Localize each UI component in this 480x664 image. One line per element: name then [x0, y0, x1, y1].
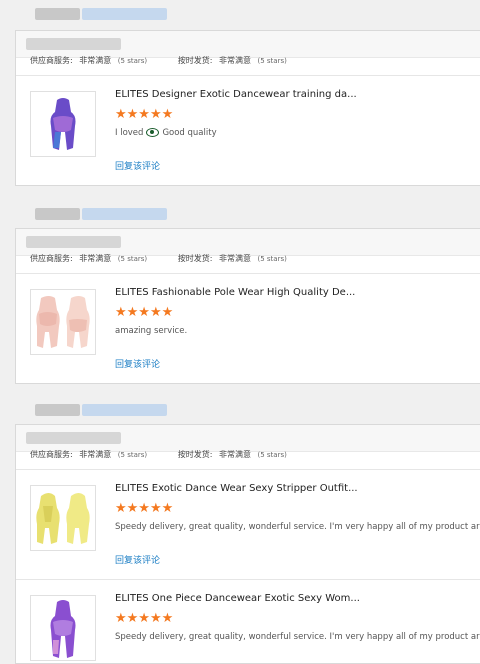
product-title[interactable]: ELITES One Piece Dancewear Exotic Sexy W…	[115, 593, 360, 604]
divider	[16, 469, 480, 470]
shipping-stars: (5 stars)	[257, 255, 287, 263]
ratings-row: 供应商服务: 非常满意 (5 stars) 按时发货: 非常满意 (5 star…	[30, 253, 287, 264]
shipping-stars: (5 stars)	[257, 57, 287, 65]
comment-text-a: I loved	[115, 128, 144, 138]
review-card-3: 供应商服务: 非常满意 (5 stars) 按时发货: 非常满意 (5 star…	[15, 424, 480, 664]
shipping-stars: (5 stars)	[257, 451, 287, 459]
reply-link[interactable]: 回复该评论	[115, 553, 160, 566]
supplier-stars: (5 stars)	[117, 451, 148, 459]
shipping-value: 非常满意	[218, 56, 251, 65]
shipping-value: 非常满意	[218, 450, 251, 459]
card-header	[16, 31, 480, 58]
reply-link[interactable]: 回复该评论	[115, 159, 160, 172]
reply-link[interactable]: 回复该评论	[115, 357, 160, 370]
product-image[interactable]	[30, 289, 96, 355]
eye-emoji-icon	[146, 128, 160, 137]
product-image[interactable]	[30, 595, 96, 661]
rating-stars: ★★★★★	[115, 107, 174, 122]
divider	[16, 75, 480, 76]
card-header	[16, 229, 480, 256]
product-image[interactable]	[30, 485, 96, 551]
shipping-label: 按时发货:	[177, 56, 213, 65]
blurred-text	[26, 236, 121, 248]
review-card-2: 供应商服务: 非常满意 (5 stars) 按时发货: 非常满意 (5 star…	[15, 228, 480, 384]
divider	[16, 273, 480, 274]
rating-stars: ★★★★★	[115, 305, 174, 320]
ratings-row: 供应商服务: 非常满意 (5 stars) 按时发货: 非常满意 (5 star…	[30, 55, 287, 66]
divider	[16, 579, 480, 580]
review-card-1: 供应商服务: 非常满意 (5 stars) 按时发货: 非常满意 (5 star…	[15, 30, 480, 186]
product-title[interactable]: ELITES Designer Exotic Dancewear trainin…	[115, 89, 357, 100]
ratings-row: 供应商服务: 非常满意 (5 stars) 按时发货: 非常满意 (5 star…	[30, 449, 287, 460]
shipping-label: 按时发货:	[177, 450, 213, 459]
review-comment: Speedy delivery, great quality, wonderfu…	[115, 632, 480, 642]
product-image[interactable]	[30, 91, 96, 157]
shipping-value: 非常满意	[218, 254, 251, 263]
supplier-label: 供应商服务:	[30, 254, 73, 263]
comment-text-b: Good quality	[162, 128, 217, 138]
supplier-stars: (5 stars)	[117, 255, 148, 263]
supplier-label: 供应商服务:	[30, 56, 73, 65]
supplier-value: 非常满意	[79, 450, 112, 459]
card-header	[16, 425, 480, 452]
supplier-value: 非常满意	[79, 56, 112, 65]
blurred-text	[26, 38, 121, 50]
review-comment: I loved Good quality	[115, 128, 217, 138]
review-comment: amazing service.	[115, 326, 188, 336]
product-title[interactable]: ELITES Fashionable Pole Wear High Qualit…	[115, 287, 355, 298]
shipping-label: 按时发货:	[177, 254, 213, 263]
supplier-value: 非常满意	[79, 254, 112, 263]
product-title[interactable]: ELITES Exotic Dance Wear Sexy Stripper O…	[115, 483, 358, 494]
supplier-stars: (5 stars)	[117, 57, 148, 65]
rating-stars: ★★★★★	[115, 611, 174, 626]
rating-stars: ★★★★★	[115, 501, 174, 516]
review-comment: Speedy delivery, great quality, wonderfu…	[115, 522, 480, 532]
supplier-label: 供应商服务:	[30, 450, 73, 459]
blurred-text	[26, 432, 121, 444]
